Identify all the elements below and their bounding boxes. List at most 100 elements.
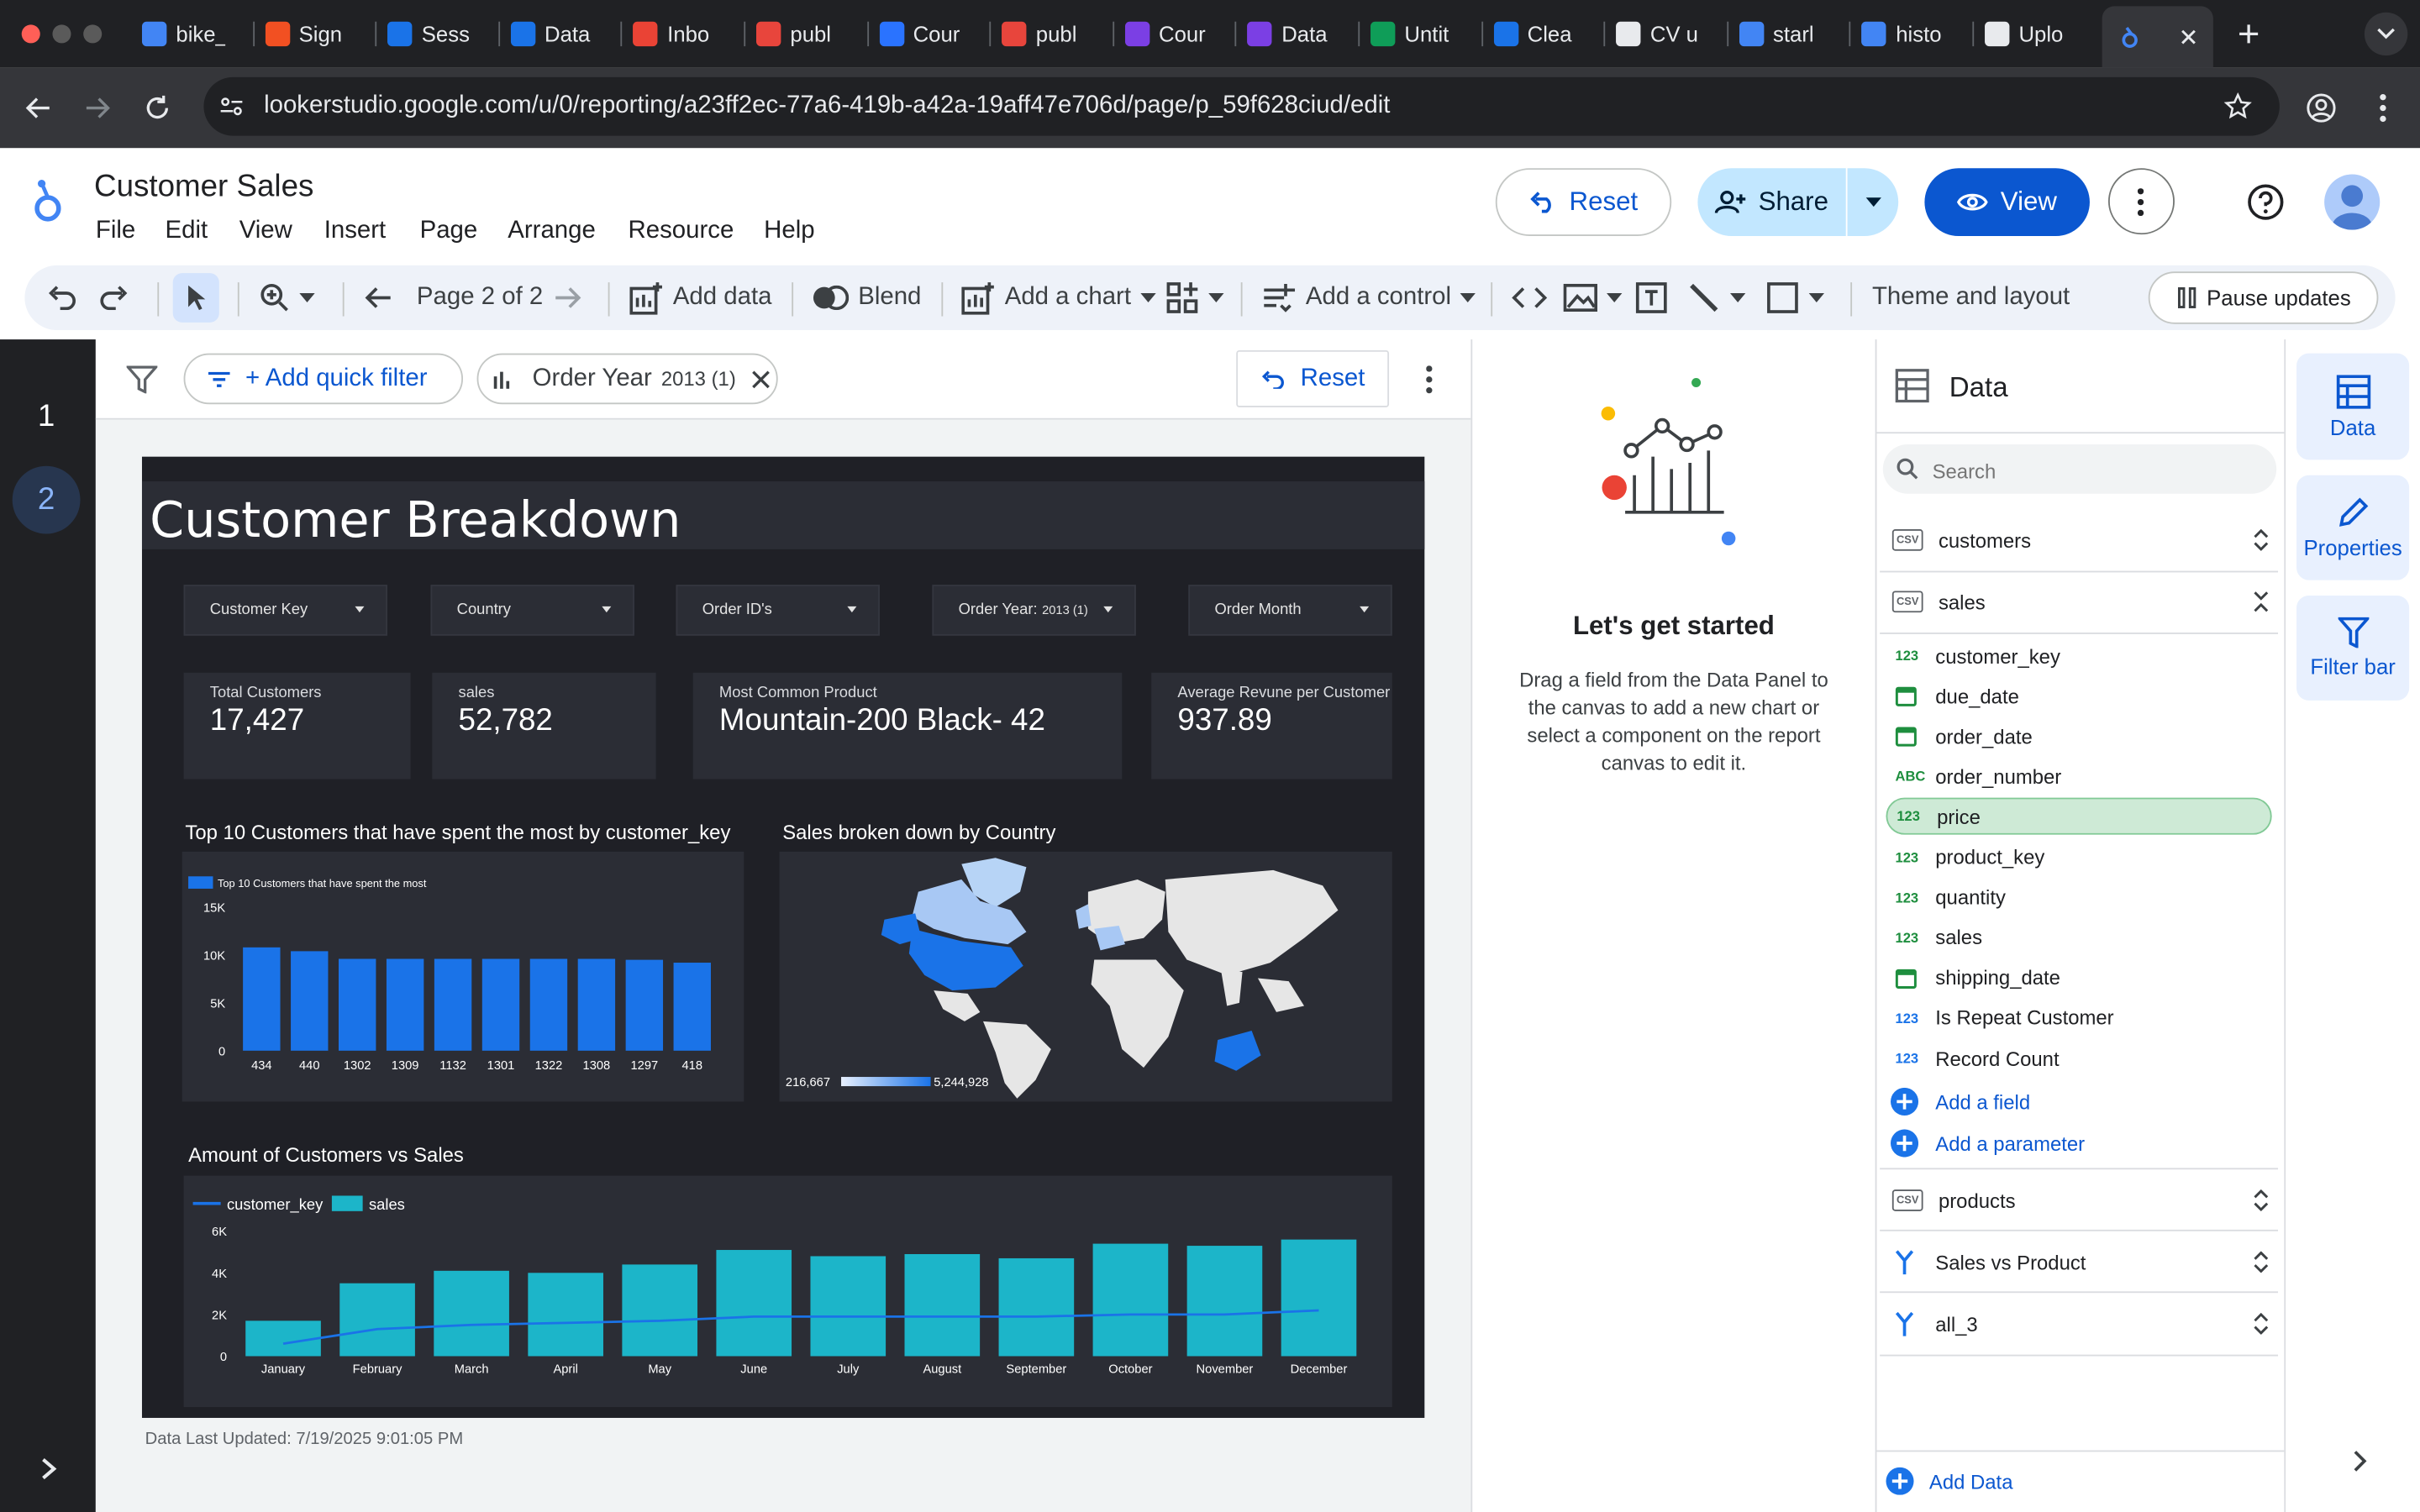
data-search-field[interactable] [1882,444,2277,494]
customers-vs-sales-combo-chart[interactable]: customer_key sales 0 2K 4K 6K January February M… [183,1175,1392,1408]
browser-tab[interactable]: bike_ [141,9,225,59]
scorecard-most-common-product[interactable]: Most Common Product Mountain-200 Black- 4… [692,672,1123,780]
order-year-control[interactable]: Order Year: 2013 (1) [932,585,1136,636]
profile-icon[interactable] [2306,92,2337,123]
chevron-right-icon[interactable] [2352,1449,2367,1473]
browser-tab[interactable]: Data [510,9,594,59]
browser-tab[interactable]: histo [1861,9,1945,59]
pause-updates-button[interactable]: Pause updates [2148,271,2379,324]
minimize-window-button[interactable] [52,24,71,44]
properties-rail-button[interactable]: Properties [2296,475,2410,580]
omnibox[interactable]: lookerstudio.google.com/u/0/reporting/a2… [203,76,2280,136]
scorecard-sales[interactable]: sales 52,782 [432,672,656,780]
field-order-number[interactable]: ABC order_number [1886,758,2271,795]
filter-reset-button[interactable]: Reset [1236,349,1390,407]
menu-insert[interactable]: Insert [324,218,386,245]
close-icon[interactable] [751,370,770,388]
theme-and-layout-button[interactable]: Theme and layout [1872,265,2070,330]
menu-page[interactable]: Page [420,218,478,245]
page-thumb-2[interactable]: 2 [12,465,81,534]
looker-studio-logo-icon[interactable] [31,176,65,225]
reload-icon[interactable] [144,94,171,122]
shape-button[interactable] [1765,265,1825,330]
add-parameter-button[interactable]: Add a parameter [1886,1125,2271,1162]
field-order-date[interactable]: order_date [1886,717,2271,754]
browser-tab[interactable]: Sess [387,9,471,59]
menu-file[interactable]: File [96,218,135,245]
search-input[interactable] [1928,454,2244,488]
browser-tab[interactable]: publ [1002,9,1085,59]
data-source-products[interactable]: CSV products [1889,1171,2275,1230]
field-price[interactable]: 123 price [1886,798,2272,836]
menu-view[interactable]: View [239,218,292,245]
field-shipping-date[interactable]: shipping_date [1886,959,2271,996]
previous-page-button[interactable] [364,265,392,330]
add-control-button[interactable]: Add a control [1262,265,1476,330]
field-due-date[interactable]: due_date [1886,677,2271,714]
reset-button[interactable]: Reset [1495,168,1672,237]
bookmark-star-icon[interactable] [2223,92,2252,120]
filter-bar-rail-button[interactable]: Filter bar [2296,595,2410,701]
tab-active[interactable] [2102,6,2213,68]
data-rail-button[interactable]: Data [2296,353,2410,460]
redo-button[interactable] [99,265,130,330]
add-quick-filter-button[interactable]: + Add quick filter [183,353,464,405]
back-icon[interactable] [24,94,52,122]
browser-menu-icon[interactable] [2378,92,2387,123]
close-window-button[interactable] [21,24,40,44]
share-button[interactable]: Share [1697,168,1846,237]
customer-key-control[interactable]: Customer Key [183,585,388,636]
country-control[interactable]: Country [430,585,634,636]
undo-button[interactable] [46,265,77,330]
field-product-key[interactable]: 123 product_key [1886,838,2271,875]
field-is-repeat-customer[interactable]: 123 Is Repeat Customer [1886,1000,2271,1037]
embed-url-button[interactable] [1511,265,1548,330]
report-heading[interactable]: Customer Breakdown [150,491,681,549]
image-button[interactable] [1563,265,1623,330]
scorecard-total-customers[interactable]: Total Customers 17,427 [183,672,411,780]
more-options-button[interactable] [2107,168,2175,235]
expand-pages-icon[interactable] [40,1457,59,1481]
text-box-button[interactable] [1634,265,1668,330]
data-source-all-3[interactable]: all_3 [1889,1294,2275,1353]
data-source-sales[interactable]: CSV sales [1889,572,2275,631]
community-viz-button[interactable] [1165,265,1224,330]
site-info-icon[interactable] [219,94,244,118]
url-text[interactable]: lookerstudio.google.com/u/0/reporting/a2… [264,92,1390,120]
add-chart-button[interactable]: Add a chart [961,265,1156,330]
browser-tab[interactable]: Cour [879,9,962,59]
field-quantity[interactable]: 123 quantity [1886,879,2271,916]
maximize-window-button[interactable] [83,24,103,44]
field-customer-key[interactable]: 123 customer_key [1886,638,2271,675]
browser-tab[interactable]: Inbo [633,9,717,59]
top-customers-bar-chart[interactable]: Top 10 Customers that have spent the mos… [182,851,744,1102]
sales-by-country-map[interactable]: 216,667 5,244,928 [779,851,1392,1102]
add-data-button[interactable]: Add data [629,265,771,330]
select-tool-button[interactable] [172,273,219,323]
field-sales[interactable]: 123 sales [1886,919,2271,956]
browser-tab[interactable]: Cour [1124,9,1208,59]
browser-tab[interactable]: Sign [265,9,348,59]
menu-edit[interactable]: Edit [166,218,208,245]
new-tab-icon[interactable] [2236,22,2260,46]
forward-icon[interactable] [83,94,111,122]
scorecard-average-revenue[interactable]: Average Revune per Customer 937.89 [1151,672,1392,780]
report-title[interactable]: Customer Sales [94,170,313,205]
next-page-button[interactable] [554,265,581,330]
page-thumb-1[interactable]: 1 [13,386,81,447]
order-id-control[interactable]: Order ID's [676,585,880,636]
data-source-sales-vs-product[interactable]: Sales vs Product [1889,1233,2275,1292]
browser-tab[interactable]: Uplo [1985,9,2068,59]
menu-arrange[interactable]: Arrange [508,218,596,245]
close-tab-icon[interactable] [2179,28,2197,46]
browser-tab[interactable]: starl [1739,9,1823,59]
help-icon[interactable] [2247,184,2284,221]
menu-resource[interactable]: Resource [629,218,734,245]
browser-tab[interactable]: Clea [1493,9,1576,59]
view-button[interactable]: View [1924,168,2090,237]
field-record-count[interactable]: 123 Record Count [1886,1040,2271,1077]
order-year-filter-chip[interactable]: Order Year 2013 (1) [476,353,778,405]
browser-tab[interactable]: Data [1247,9,1331,59]
add-field-button[interactable]: Add a field [1886,1083,2271,1120]
share-options-button[interactable] [1847,168,1899,237]
